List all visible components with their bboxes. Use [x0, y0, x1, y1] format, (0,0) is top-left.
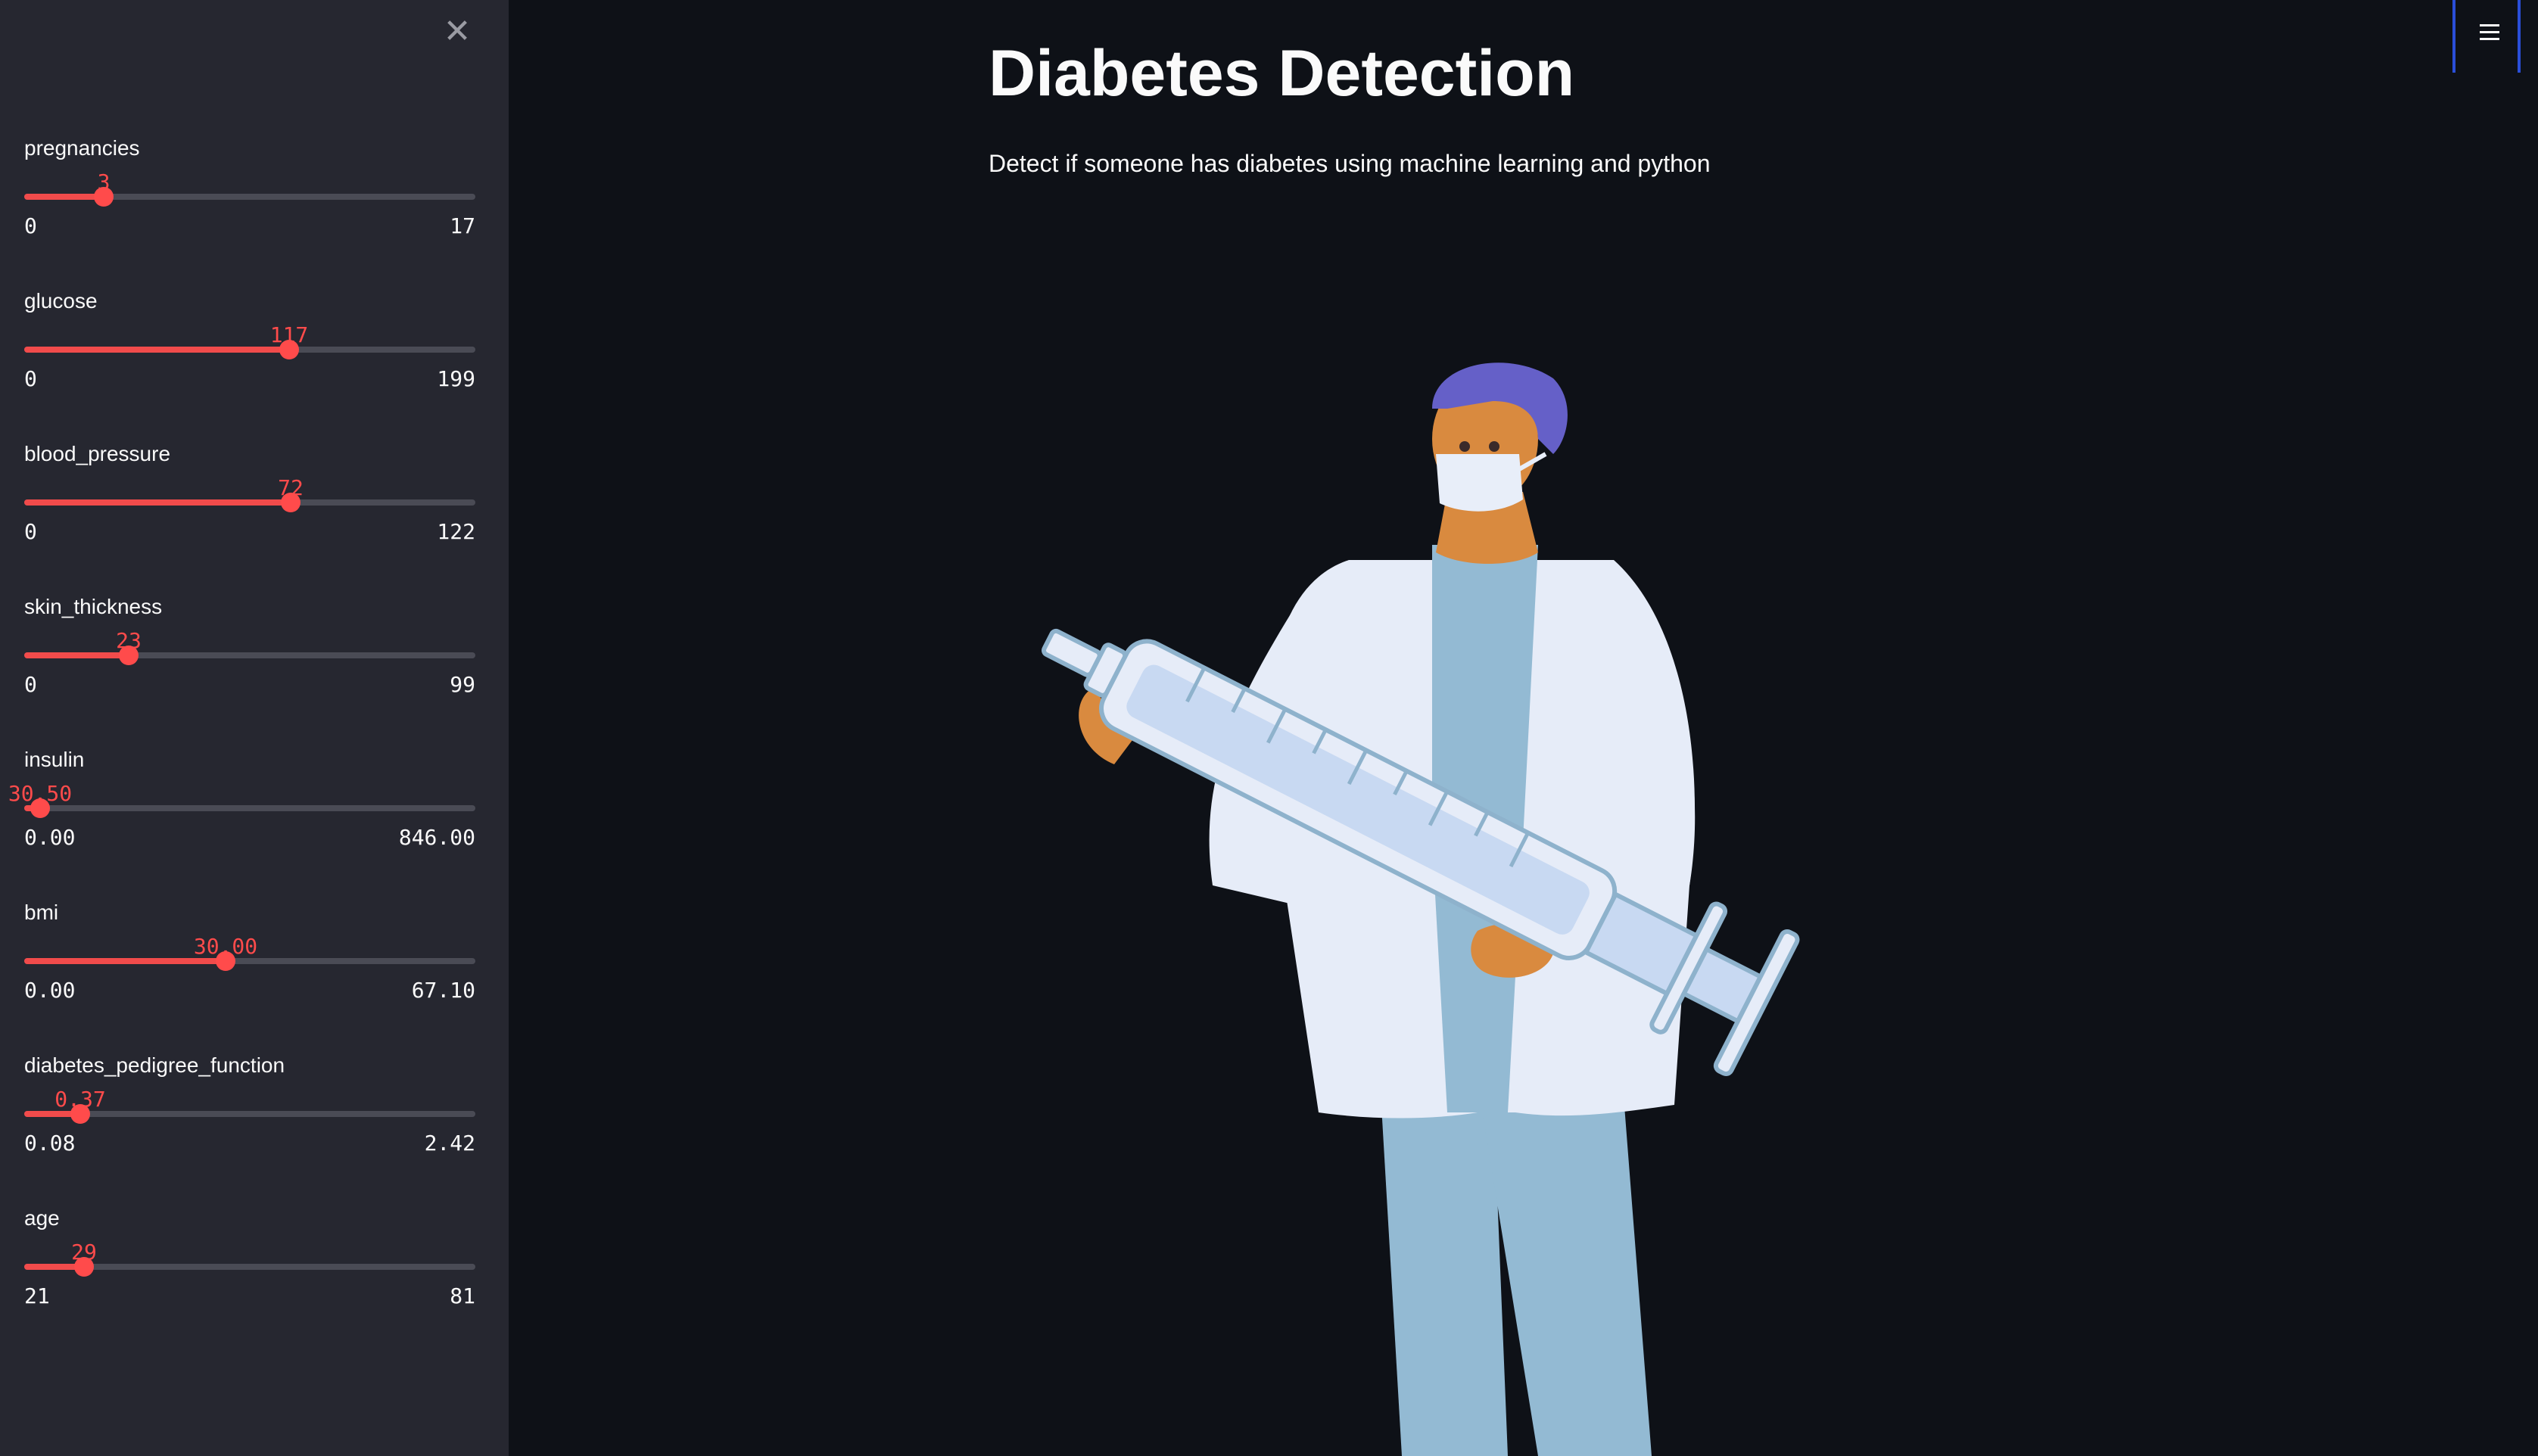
- slider-thumb[interactable]: [281, 493, 301, 512]
- slider-min-value: 21: [24, 1283, 50, 1308]
- slider-max-value: 67.10: [411, 978, 475, 1003]
- slider-min-value: 0: [24, 672, 37, 697]
- slider-age[interactable]: age 29 21 81: [24, 1206, 475, 1358]
- slider-fill: [24, 499, 291, 506]
- slider-thumb[interactable]: [30, 798, 50, 818]
- slider-label: insulin: [24, 748, 85, 771]
- slider-max-value: 99: [450, 672, 475, 697]
- slider-bmi[interactable]: bmi 30.00 0.00 67.10: [24, 901, 475, 1052]
- close-icon[interactable]: ✕: [441, 15, 474, 48]
- slider-min-value: 0.00: [24, 978, 76, 1003]
- slider-max-value: 17: [450, 213, 475, 238]
- slider-thumb[interactable]: [279, 340, 299, 359]
- slider-insulin[interactable]: insulin 30.50 0.00 846.00: [8, 748, 475, 899]
- slider-max-value: 846.00: [398, 825, 475, 850]
- slider-thumb[interactable]: [216, 951, 235, 971]
- page-subtitle: Detect if someone has diabetes using mac…: [989, 150, 1711, 177]
- slider-max-value: 122: [437, 519, 475, 544]
- slider-thumb[interactable]: [119, 646, 139, 665]
- slider-fill: [24, 347, 289, 353]
- slider-blood-pressure[interactable]: blood_pressure 72 0 122: [24, 442, 475, 593]
- slider-label: skin_thickness: [24, 595, 163, 618]
- slider-pregnancies[interactable]: pregnancies 3 0 17: [24, 136, 475, 288]
- slider-thumb[interactable]: [70, 1104, 90, 1124]
- slider-label: diabetes_pedigree_function: [24, 1053, 285, 1077]
- slider-fill: [24, 194, 104, 200]
- slider-max-value: 2.42: [424, 1131, 475, 1156]
- slider-skin-thickness[interactable]: skin_thickness 23 0 99: [24, 595, 475, 746]
- slider-track[interactable]: [24, 646, 475, 665]
- slider-fill: [24, 958, 226, 964]
- slider-thumb[interactable]: [74, 1257, 94, 1277]
- slider-track[interactable]: [24, 1104, 475, 1124]
- page-title: Diabetes Detection: [989, 37, 1575, 110]
- slider-thumb[interactable]: [94, 187, 114, 207]
- slider-label: bmi: [24, 901, 59, 924]
- sidebar: ✕ pregnancies 3 0 17 glucose 117 0 199 b…: [0, 0, 509, 1456]
- slider-max-value: 199: [437, 366, 475, 391]
- slider-label: blood_pressure: [24, 442, 171, 465]
- slider-track[interactable]: [24, 493, 475, 512]
- slider-glucose[interactable]: glucose 117 0 199: [24, 289, 475, 440]
- slider-fill: [24, 652, 129, 658]
- slider-min-value: 0.08: [24, 1131, 76, 1156]
- slider-min-value: 0.00: [24, 825, 76, 850]
- slider-track[interactable]: [24, 1257, 475, 1277]
- slider-label: glucose: [24, 289, 98, 313]
- slider-min-value: 0: [24, 519, 37, 544]
- slider-diabetes-pedigree-function[interactable]: diabetes_pedigree_function 0.37 0.08 2.4…: [24, 1053, 475, 1205]
- main-content: Diabetes Detection Detect if someone has…: [509, 0, 2538, 1456]
- slider-max-value: 81: [450, 1283, 475, 1308]
- slider-label: pregnancies: [24, 136, 140, 160]
- slider-min-value: 0: [24, 366, 37, 391]
- slider-label: age: [24, 1206, 60, 1230]
- slider-min-value: 0: [24, 213, 37, 238]
- hamburger-menu-icon[interactable]: [2452, 0, 2521, 73]
- slider-track[interactable]: [24, 951, 475, 971]
- slider-track[interactable]: [24, 340, 475, 359]
- doctor-with-syringe-illustration: [1042, 362, 1800, 1456]
- slider-track[interactable]: [24, 798, 475, 818]
- slider-track[interactable]: [24, 187, 475, 207]
